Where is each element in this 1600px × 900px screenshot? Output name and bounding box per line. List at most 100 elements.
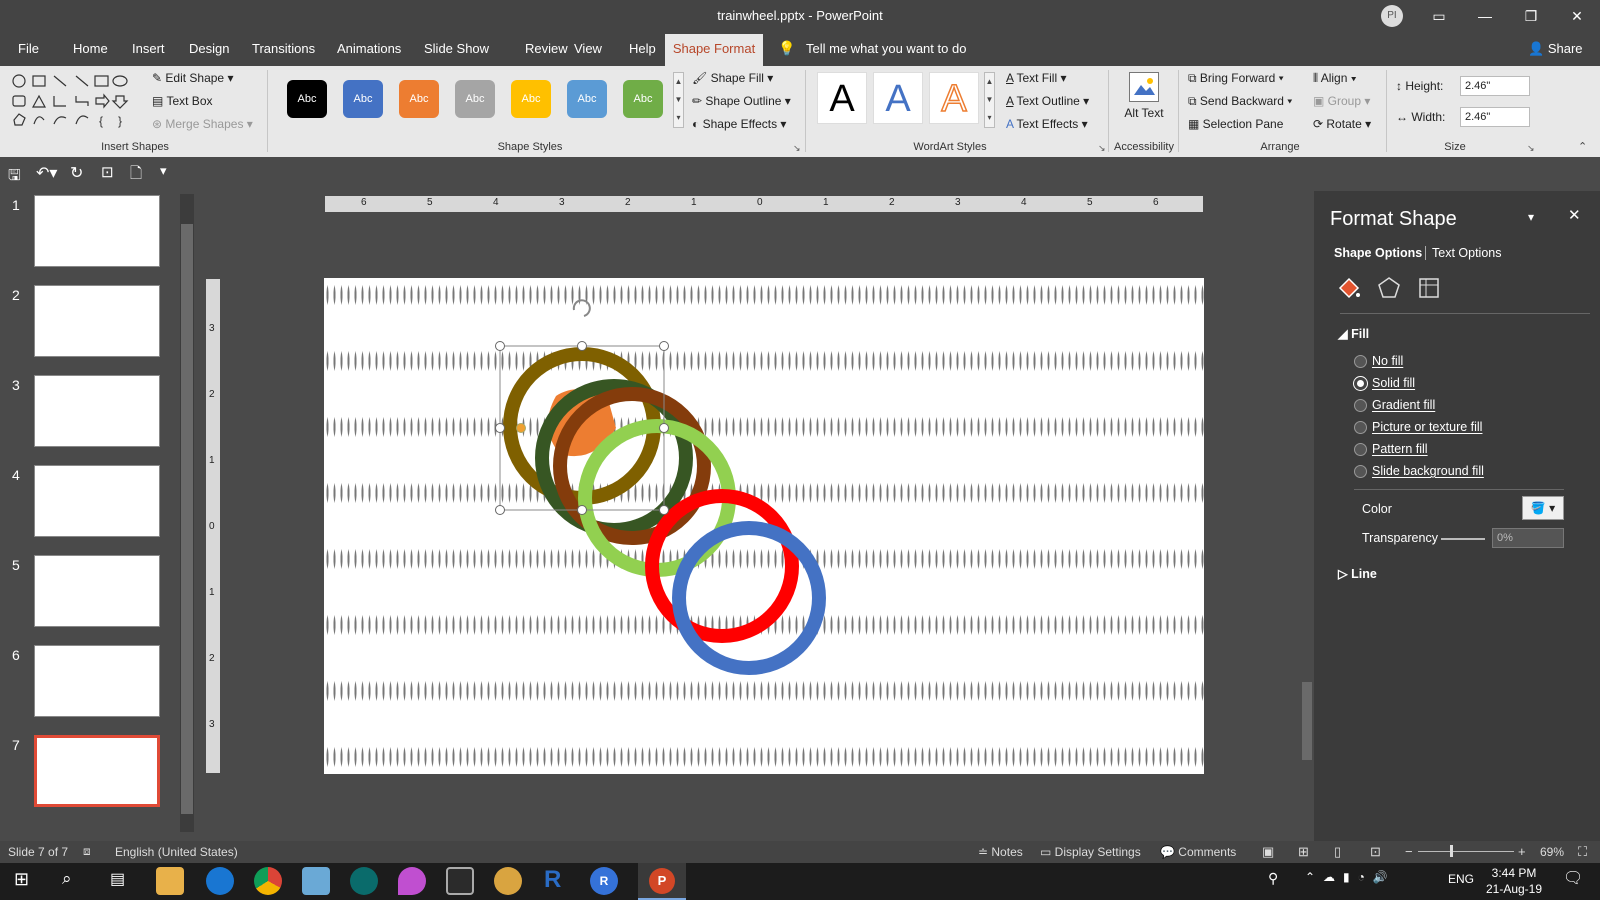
powerpoint-taskbar-button[interactable]: P xyxy=(638,863,686,900)
slide-canvas[interactable] xyxy=(324,278,1204,774)
comments-button[interactable]: 💬 Comments xyxy=(1160,845,1236,859)
rotate-button[interactable]: ⟳ Rotate ▾ xyxy=(1313,117,1371,131)
merge-shapes-button[interactable]: ⊛ Merge Shapes ▾ xyxy=(152,117,253,131)
shape-effects-button[interactable]: ◐ Shape Effects ▾ xyxy=(692,117,786,131)
minimize-icon[interactable]: — xyxy=(1462,0,1508,32)
edit-shape-button[interactable]: ✎ Edit Shape ▾ xyxy=(152,71,233,85)
maximize-icon[interactable]: ❐ xyxy=(1508,0,1554,32)
text-box-button[interactable]: ▤ Text Box xyxy=(152,94,213,108)
styles-gallery-scroll[interactable]: ▲ ▼ ▾ xyxy=(673,72,684,128)
shape-style-swatch[interactable]: Abc xyxy=(567,80,607,118)
transparency-input[interactable]: 0% xyxy=(1492,528,1564,548)
windows-start-icon[interactable]: ⊞ xyxy=(14,869,29,890)
search-icon[interactable]: ⌕ xyxy=(62,869,72,889)
display-settings-button[interactable]: ▭ Display Settings xyxy=(1040,845,1141,859)
resize-handle[interactable] xyxy=(659,505,669,515)
wordart-style-2[interactable]: A xyxy=(873,72,923,124)
tab-view[interactable]: View xyxy=(574,41,602,56)
slide-thumbnail[interactable] xyxy=(34,645,160,717)
fill-option-label[interactable]: Pattern fill xyxy=(1372,442,1428,456)
tab-slide-show[interactable]: Slide Show xyxy=(424,41,489,56)
shape-styles-launcher-icon[interactable]: ↘ xyxy=(793,143,801,154)
maps-icon[interactable] xyxy=(398,867,426,895)
resize-handle[interactable] xyxy=(495,423,505,433)
reading-view-icon[interactable]: ▯ xyxy=(1334,844,1341,860)
shape-style-swatch[interactable]: Abc xyxy=(623,80,663,118)
send-backward-button[interactable]: ⧉ Send Backward ▾ xyxy=(1188,94,1292,109)
people-icon[interactable]: ⚲ xyxy=(1268,870,1278,887)
undo-icon[interactable]: ↶▾ xyxy=(36,163,57,183)
shape-style-swatch[interactable]: Abc xyxy=(287,80,327,118)
calculator-icon[interactable] xyxy=(446,867,474,895)
redo-icon[interactable]: ↻ xyxy=(70,163,83,183)
size-launcher-icon[interactable]: ↘ xyxy=(1527,143,1535,154)
fill-section-header[interactable]: ◢ Fill xyxy=(1338,326,1369,341)
alt-text-button[interactable]: Alt Text xyxy=(1118,106,1170,121)
fill-option-label[interactable]: Gradient fill xyxy=(1372,398,1435,412)
wordart-launcher-icon[interactable]: ↘ xyxy=(1098,143,1106,154)
tell-me-input[interactable]: Tell me what you want to do xyxy=(806,41,966,56)
app-icon-5[interactable] xyxy=(350,867,378,895)
fill-option-radio[interactable] xyxy=(1354,377,1367,390)
slide-thumbnail[interactable] xyxy=(34,195,160,267)
resize-handle[interactable] xyxy=(495,505,505,515)
text-outline-button[interactable]: A Text Outline ▾ xyxy=(1006,94,1089,108)
shapes-gallery-icons[interactable]: {} xyxy=(10,72,138,130)
slide-thumbnail[interactable] xyxy=(34,285,160,357)
chrome-icon[interactable] xyxy=(254,867,282,895)
text-effects-button[interactable]: A Text Effects ▾ xyxy=(1006,117,1088,131)
resize-handle[interactable] xyxy=(659,341,669,351)
r-language-icon[interactable]: R xyxy=(544,866,561,894)
tab-help[interactable]: Help xyxy=(629,41,656,56)
shape-style-swatch[interactable]: Abc xyxy=(455,80,495,118)
share-button[interactable]: 👤 Share xyxy=(1528,41,1583,57)
adjust-handle[interactable] xyxy=(516,423,526,433)
shapes-gallery[interactable]: {} xyxy=(10,72,138,130)
tab-animations[interactable]: Animations xyxy=(337,41,401,56)
file-explorer-icon[interactable] xyxy=(156,867,184,895)
shape-outline-button[interactable]: ✏ Shape Outline ▾ xyxy=(692,94,791,108)
resize-handle[interactable] xyxy=(577,341,587,351)
close-icon[interactable]: ✕ xyxy=(1554,0,1600,32)
fill-option-radio[interactable] xyxy=(1354,465,1367,478)
tab-shape-format[interactable]: Shape Format xyxy=(665,34,763,66)
fill-option-radio[interactable] xyxy=(1354,355,1367,368)
task-view-icon[interactable]: ▤ xyxy=(110,869,125,889)
shape-fill-button[interactable]: 🖌 Shape Fill ▾ xyxy=(692,71,773,85)
rotate-handle-icon[interactable] xyxy=(572,299,591,317)
line-section-header[interactable]: ▷ Line xyxy=(1338,566,1377,581)
resize-handle[interactable] xyxy=(577,505,587,515)
spellcheck-icon[interactable]: ⧈ xyxy=(83,844,91,859)
save-icon[interactable]: 🖫 xyxy=(8,165,21,190)
fill-option-label[interactable]: Solid fill xyxy=(1372,376,1415,390)
fill-line-icon[interactable] xyxy=(1336,275,1362,304)
thumbnails-scroll-thumb[interactable] xyxy=(181,224,193,814)
shape-style-swatch[interactable]: Abc xyxy=(343,80,383,118)
input-language[interactable]: ENG xyxy=(1448,872,1474,886)
clock-time[interactable]: 3:44 PM xyxy=(1484,866,1544,880)
shape-style-swatch[interactable]: Abc xyxy=(399,80,439,118)
slide-thumbnail[interactable] xyxy=(34,375,160,447)
tab-transitions[interactable]: Transitions xyxy=(252,41,315,56)
thumbnails-scrollbar[interactable] xyxy=(180,194,194,832)
text-fill-button[interactable]: A Text Fill ▾ xyxy=(1006,71,1067,85)
ribbon-display-icon[interactable]: ▭ xyxy=(1416,0,1462,32)
user-avatar[interactable]: PI xyxy=(1381,5,1403,27)
clock-date[interactable]: 21-Aug-19 xyxy=(1484,882,1544,896)
tab-insert[interactable]: Insert xyxy=(132,41,165,56)
selection-pane-button[interactable]: ▦ Selection Pane xyxy=(1188,117,1283,131)
fill-color-picker[interactable]: 🪣 ▾ xyxy=(1522,496,1564,520)
resize-handle[interactable] xyxy=(659,423,669,433)
slideshow-view-icon[interactable]: ⊡ xyxy=(1370,844,1381,860)
canvas-scroll-thumb[interactable] xyxy=(1302,682,1312,760)
zoom-slider[interactable] xyxy=(1418,851,1514,852)
fill-option-radio[interactable] xyxy=(1354,443,1367,456)
notes-button[interactable]: ≐ Notes xyxy=(978,845,1023,859)
transparency-slider[interactable] xyxy=(1441,538,1485,540)
tab-design[interactable]: Design xyxy=(189,41,229,56)
ring[interactable] xyxy=(672,521,826,675)
wordart-gallery-scroll[interactable]: ▲ ▼ ▾ xyxy=(984,72,995,128)
fit-slide-icon[interactable]: ⛶ xyxy=(1578,844,1587,860)
slide-sorter-icon[interactable]: ⊞ xyxy=(1298,844,1309,860)
rings-drawing[interactable] xyxy=(324,278,1204,774)
